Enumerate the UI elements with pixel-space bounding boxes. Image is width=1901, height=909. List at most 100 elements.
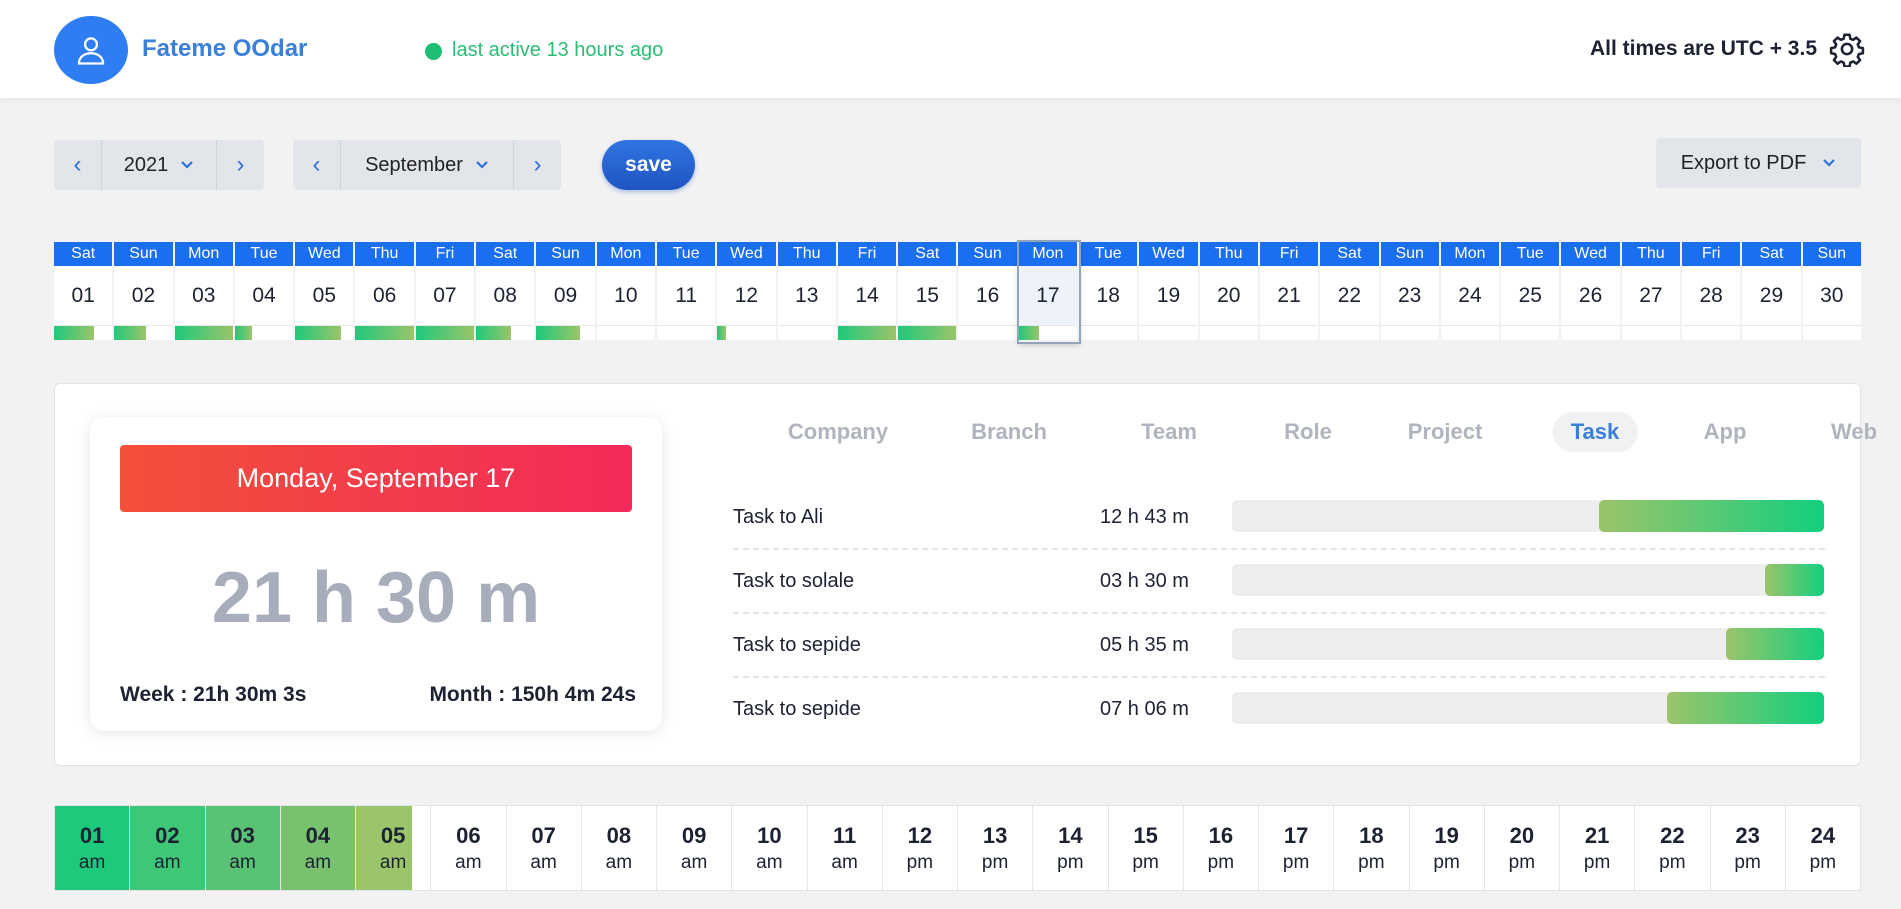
hour-number: 24 [1810,822,1836,848]
weekday-label: Thu [1621,242,1681,266]
hour-meridiem: pm [1508,851,1536,873]
hour-cell[interactable]: 04 am [280,806,356,890]
hour-cell[interactable]: 06 am [431,806,507,890]
calendar-day[interactable]: Fri 14 [837,242,899,342]
calendar-day[interactable]: Wed 05 [295,242,356,342]
hour-cell[interactable]: 23 pm [1711,806,1786,890]
hour-number: 13 [982,822,1008,848]
hour-cell[interactable]: 19 pm [1410,806,1485,890]
calendar-day[interactable]: Wed 12 [717,242,778,342]
weekday-label: Sat [476,242,535,266]
export-label: Export to PDF [1680,151,1807,174]
hour-cell[interactable]: 05 am [356,806,432,890]
calendar-day[interactable]: Sat 08 [476,242,537,342]
hour-meridiem: am [605,851,633,873]
hour-meridiem: am [78,851,106,873]
year-next-button[interactable]: › [217,140,264,190]
tab-team[interactable]: Team [1141,412,1197,452]
hour-cell[interactable]: 22 pm [1635,806,1711,890]
calendar-day[interactable]: Mon 24 [1440,242,1502,342]
hour-meridiem: am [455,851,482,873]
tab-role[interactable]: Role [1284,412,1332,452]
calendar-day[interactable]: Sat 29 [1742,242,1803,342]
calendar-day[interactable]: Sat 01 [54,242,115,342]
calendar-day[interactable]: Sat 22 [1320,242,1381,342]
weekday-label: Mon [596,242,655,266]
hour-cell[interactable]: 15 pm [1109,806,1184,890]
calendar-day[interactable]: Sun 09 [536,242,597,342]
calendar-day[interactable]: Fri 07 [415,242,477,342]
calendar-day[interactable]: Tue 25 [1501,242,1562,342]
hour-cell[interactable]: 14 pm [1033,806,1109,890]
hour-cell[interactable]: 17 pm [1259,806,1335,890]
day-number: 15 [898,266,957,326]
day-activity-fill [837,326,897,340]
last-active-status: last active 13 hours ago [452,39,664,61]
day-number: 14 [837,266,897,326]
month-next-button[interactable]: › [514,140,561,190]
tab-task[interactable]: Task [1552,412,1638,452]
calendar-day[interactable]: Tue 04 [234,242,296,342]
calendar-day[interactable]: Sat 15 [898,242,959,342]
hour-cell[interactable]: 11 am [808,806,883,890]
gear-icon[interactable] [1829,31,1865,67]
calendar-day[interactable]: Sun 30 [1802,242,1861,342]
tab-app[interactable]: App [1704,412,1747,452]
day-activity-bar [1079,326,1138,340]
calendar-day[interactable]: Wed 26 [1561,242,1622,342]
day-total-time: 21 h 30 m [211,558,541,638]
calendar-day[interactable]: Tue 11 [656,242,718,342]
calendar-day[interactable]: Sun 23 [1380,242,1441,342]
calendar-day[interactable]: Thu 06 [355,242,416,342]
calendar-day[interactable]: Wed 19 [1139,242,1200,342]
task-row: Task to sepide 07 h 06 m [733,678,1825,742]
calendar-day[interactable]: Tue 18 [1079,242,1140,342]
day-activity-bar [837,326,897,340]
weekday-label: Sat [898,242,957,266]
hour-number: 11 [832,822,857,848]
hour-cell[interactable]: 24 pm [1786,806,1860,890]
hour-cell[interactable]: 08 am [582,806,657,890]
calendar-day[interactable]: Sun 16 [958,242,1019,342]
hour-cell[interactable]: 07 am [507,806,582,890]
day-activity-bar [777,326,836,340]
hour-cell[interactable]: 18 pm [1334,806,1410,890]
calendar-day[interactable]: Mon 10 [596,242,657,342]
hour-cell[interactable]: 03 am [205,806,281,890]
calendar-day[interactable]: Mon 17 [1016,240,1082,344]
tab-branch[interactable]: Branch [971,412,1047,452]
hour-number: 21 [1584,822,1610,848]
year-dropdown[interactable]: 2021 [101,140,217,190]
tab-company[interactable]: Company [788,412,888,452]
month-prev-button[interactable]: ‹ [293,140,340,190]
task-progress-track [1232,692,1824,724]
top-bar: Fateme OOdar last active 13 hours ago Al… [0,0,1901,98]
hour-cell[interactable]: 09 am [657,806,733,890]
hour-cell[interactable]: 16 pm [1184,806,1259,890]
calendar-day[interactable]: Fri 28 [1682,242,1743,342]
avatar[interactable] [54,16,128,84]
tab-web[interactable]: Web [1831,412,1877,452]
year-prev-button[interactable]: ‹ [54,140,101,190]
calendar-day[interactable]: Sun 02 [114,242,175,342]
tab-project[interactable]: Project [1408,412,1483,452]
day-activity-fill [234,326,253,340]
calendar-day[interactable]: Thu 13 [777,242,838,342]
calendar-day[interactable]: Thu 20 [1199,242,1260,342]
hour-cell[interactable]: 02 am [130,806,206,890]
hour-cell[interactable]: 12 pm [883,806,958,890]
day-activity-fill [355,326,414,340]
calendar-day[interactable]: Thu 27 [1621,242,1683,342]
calendar-day[interactable]: Mon 03 [174,242,235,342]
calendar-day[interactable]: Fri 21 [1259,242,1321,342]
hour-cell[interactable]: 20 pm [1485,806,1560,890]
hour-cell[interactable]: 21 pm [1560,806,1636,890]
hour-cell[interactable]: 13 pm [958,806,1034,890]
hour-meridiem: am [831,851,858,873]
hour-cell[interactable]: 10 am [732,806,808,890]
month-dropdown[interactable]: September [340,140,514,190]
task-progress-track [1232,564,1824,596]
save-button[interactable]: save [602,140,695,190]
export-pdf-button[interactable]: Export to PDF [1656,138,1861,188]
hour-cell[interactable]: 01 am [55,806,131,890]
